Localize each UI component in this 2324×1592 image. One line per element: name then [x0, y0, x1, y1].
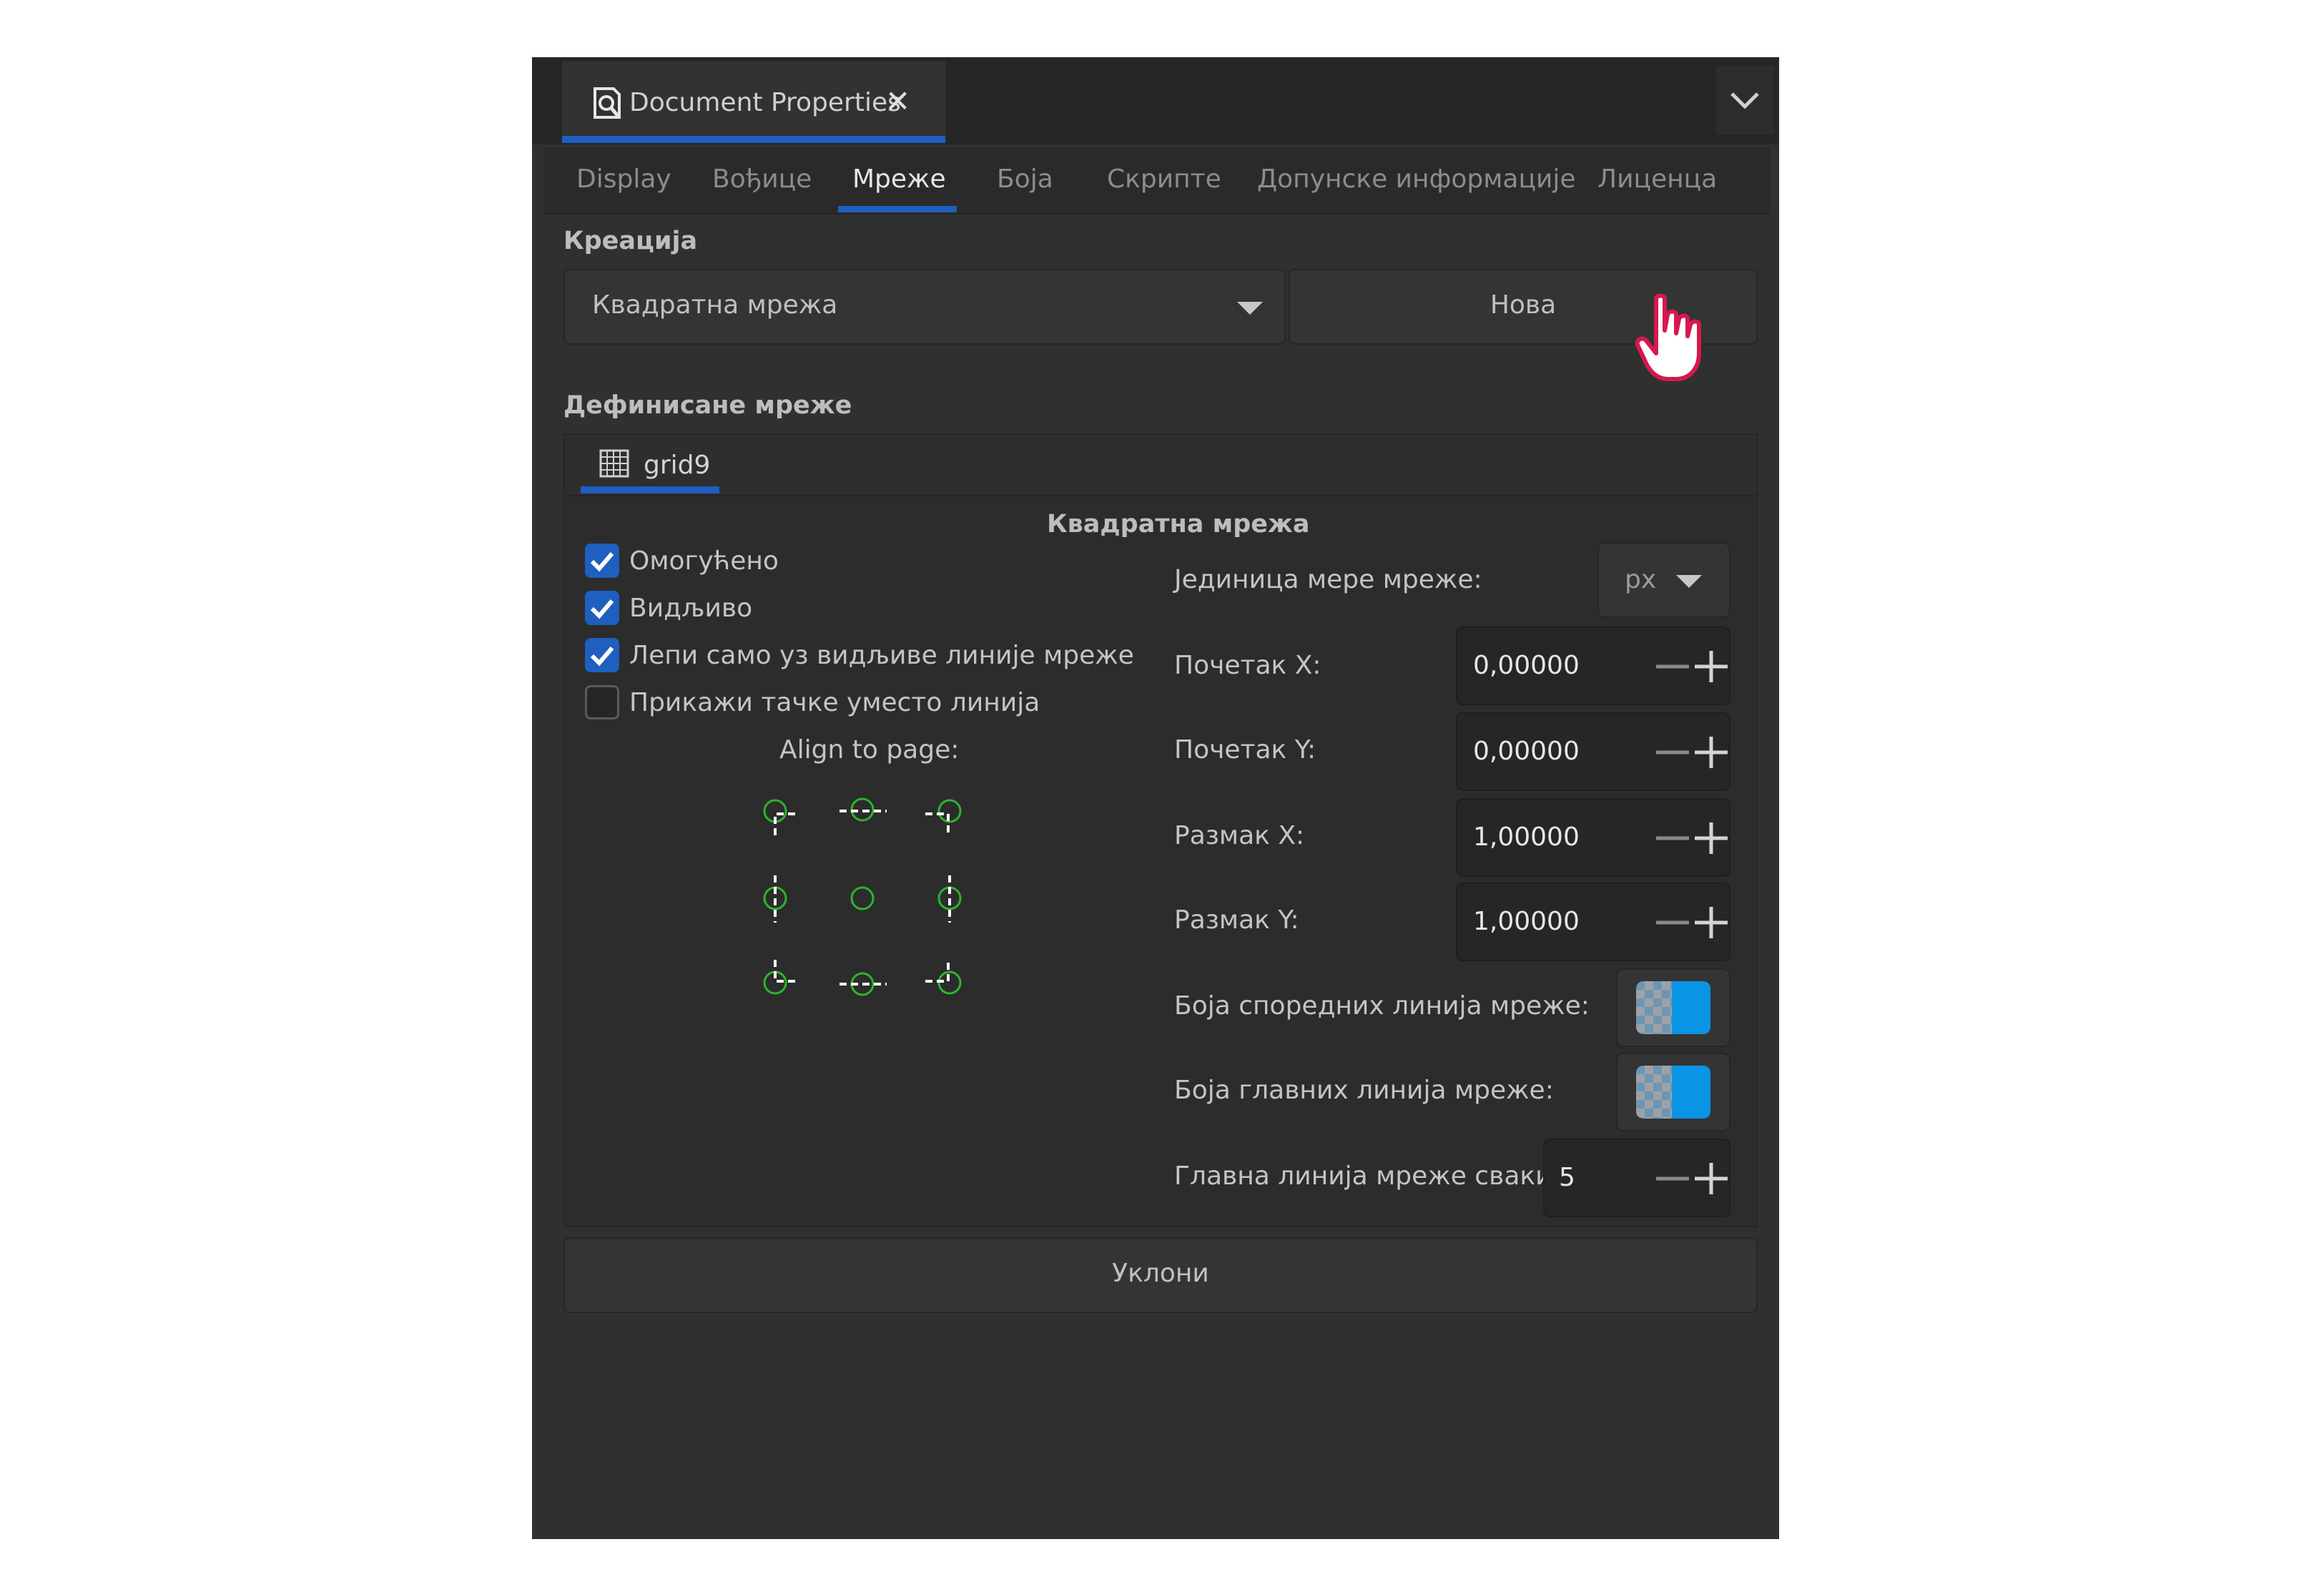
visible-label: Видљиво	[629, 594, 753, 623]
enabled-checkbox[interactable]	[585, 544, 619, 578]
minus-plus-icons[interactable]	[1653, 731, 1739, 774]
snap-visible-lines-checkbox[interactable]	[585, 638, 619, 672]
show-dots-checkbox[interactable]	[585, 685, 619, 719]
minor-color-button[interactable]	[1616, 968, 1730, 1047]
major-color-button[interactable]	[1616, 1053, 1730, 1131]
collapse-button[interactable]	[1716, 66, 1773, 134]
defined-grids-heading: Дефинисане мреже	[563, 391, 852, 420]
grid-icon	[599, 449, 629, 478]
grid-type-value: Квадратна мрежа	[592, 290, 838, 320]
origin-y-spinbutton[interactable]: 0,00000	[1456, 712, 1730, 791]
grid-tab-grid9[interactable]: grid9	[644, 448, 710, 483]
visible-checkbox[interactable]	[585, 591, 619, 625]
minus-plus-icons[interactable]	[1653, 645, 1739, 688]
show-dots-label: Прикажи тачке уместо линија	[629, 688, 1040, 717]
align-to-page-label: Align to page:	[779, 735, 960, 765]
active-tab-underline	[838, 206, 957, 212]
tab-color[interactable]: Боја	[997, 162, 1053, 197]
remove-grid-label: Уклони	[1112, 1259, 1209, 1288]
grid-type-dropdown[interactable]: Квадратна мрежа	[563, 269, 1286, 345]
minor-color-label: Боја споредних линија мреже:	[1174, 991, 1590, 1021]
minus-plus-icons[interactable]	[1653, 1157, 1739, 1200]
tab-grids[interactable]: Мреже	[852, 162, 946, 197]
grid-unit-dropdown[interactable]: px	[1597, 542, 1730, 618]
close-icon[interactable]: ✕	[885, 84, 910, 119]
spacing-x-label: Размак X:	[1174, 821, 1305, 850]
origin-x-spinbutton[interactable]: 0,00000	[1456, 627, 1730, 705]
major-color-swatch	[1636, 1066, 1710, 1119]
tab-scripting[interactable]: Скрипте	[1107, 162, 1221, 197]
grid-tab-underline	[581, 486, 719, 493]
tab-guides[interactable]: Вођице	[712, 162, 812, 197]
minus-plus-icons[interactable]	[1653, 901, 1739, 944]
spacing-x-value: 1,00000	[1473, 822, 1580, 852]
checkmark-icon	[590, 647, 614, 667]
tab-license[interactable]: Лиценца	[1597, 162, 1717, 197]
minor-color-swatch	[1636, 981, 1710, 1034]
chevron-down-icon	[1730, 92, 1759, 109]
grid-tab-bar	[565, 435, 1756, 496]
grid-unit-value: px	[1625, 565, 1657, 594]
doc-tab-underline	[562, 136, 945, 143]
spacing-x-spinbutton[interactable]: 1,00000	[1456, 798, 1730, 877]
align-to-page-grid[interactable]	[755, 791, 970, 1006]
grid-unit-label: Јединица мере мреже:	[1174, 565, 1482, 594]
minus-plus-icons[interactable]	[1653, 817, 1739, 860]
snap-visible-lines-label: Лепи само уз видљиве линије мреже	[629, 641, 1134, 670]
spacing-y-label: Размак Y:	[1174, 905, 1299, 935]
major-color-label: Боја главних линија мреже:	[1174, 1076, 1554, 1105]
spacing-y-value: 1,00000	[1473, 907, 1580, 936]
hand-cursor-icon	[1635, 293, 1701, 381]
grid-type-title: Квадратна мрежа	[1047, 510, 1310, 539]
major-line-every-label: Главна линија мреже сваких:	[1174, 1161, 1576, 1191]
enabled-label: Омогућено	[629, 546, 779, 576]
remove-grid-button[interactable]: Уклони	[563, 1237, 1758, 1313]
checkmark-icon	[590, 552, 614, 572]
tab-metadata[interactable]: Допунске информације	[1257, 162, 1576, 197]
origin-x-value: 0,00000	[1473, 651, 1580, 680]
dropdown-arrow-icon	[1676, 575, 1702, 588]
origin-y-label: Почетак Y:	[1174, 735, 1316, 765]
major-line-every-value: 5	[1559, 1163, 1575, 1192]
checkmark-icon	[590, 599, 614, 619]
document-properties-icon	[594, 87, 621, 119]
doc-tab-title: Document Properties	[629, 88, 901, 117]
origin-y-value: 0,00000	[1473, 737, 1580, 766]
origin-x-label: Почетак X:	[1174, 651, 1321, 680]
dropdown-arrow-icon	[1237, 302, 1263, 315]
major-line-every-spinbutton[interactable]: 5	[1543, 1139, 1730, 1217]
tab-display[interactable]: Display	[576, 162, 671, 197]
spacing-y-spinbutton[interactable]: 1,00000	[1456, 883, 1730, 961]
creation-heading: Креација	[563, 227, 698, 255]
